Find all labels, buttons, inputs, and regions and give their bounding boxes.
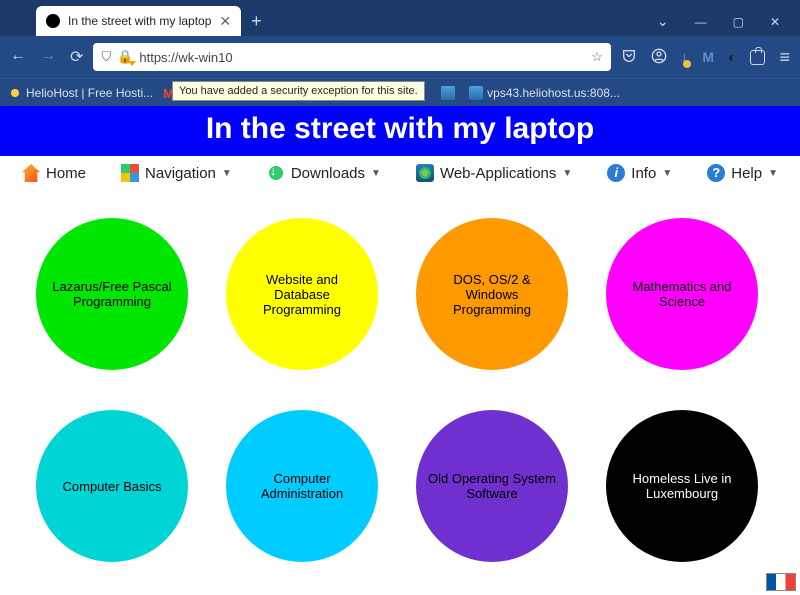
window-titlebar: In the street with my laptop ✕ + ⌄ — ▢ ✕: [0, 0, 800, 36]
home-icon: [22, 164, 40, 182]
tab-title: In the street with my laptop: [68, 14, 211, 28]
menu-label: Info: [631, 165, 656, 182]
menu-downloads[interactable]: Downloads ▼: [267, 164, 381, 182]
menu-info[interactable]: i Info ▼: [607, 164, 672, 182]
bookmark-heliohost[interactable]: HelioHost | Free Hosti...: [8, 86, 153, 100]
site-menu: Home Navigation ▼ Downloads ▼ Web-Applic…: [0, 156, 800, 190]
forward-button[interactable]: →: [40, 47, 56, 67]
menu-label: Help: [731, 165, 762, 182]
bookmark-label: vps43.heliohost.us:808...: [487, 86, 620, 100]
bookmark-vps[interactable]: vps43.heliohost.us:808...: [469, 86, 620, 100]
category-label: Lazarus/Free Pascal Programming: [48, 279, 176, 309]
download-icon: [267, 164, 285, 182]
bookmark-star-icon[interactable]: ☆: [591, 49, 603, 65]
tabs-dropdown-icon[interactable]: ⌄: [657, 13, 669, 30]
chevron-down-icon: ▼: [662, 168, 672, 179]
category-webdb[interactable]: Website and Database Programming: [226, 218, 378, 370]
mail-icon[interactable]: M: [702, 49, 714, 65]
category-label: Old Operating System Software: [428, 471, 556, 501]
window-controls: ⌄ — ▢ ✕: [657, 13, 800, 36]
back-button[interactable]: ←: [10, 47, 26, 67]
url-text: https://wk-win10: [139, 50, 585, 65]
chevron-down-icon: ▼: [562, 168, 572, 179]
category-label: DOS, OS/2 & Windows Programming: [428, 272, 556, 317]
extensions-icon[interactable]: [750, 50, 765, 65]
globe-icon: [416, 164, 434, 182]
french-flag-icon[interactable]: [766, 573, 796, 591]
chevron-down-icon: ▼: [371, 168, 381, 179]
menu-label: Web-Applications: [440, 165, 556, 182]
tab-favicon: [46, 14, 60, 28]
menu-navigation[interactable]: Navigation ▼: [121, 164, 232, 182]
tab-close-icon[interactable]: ✕: [219, 13, 231, 30]
shield-icon[interactable]: ⛉: [101, 49, 111, 65]
chevron-down-icon: ▼: [222, 168, 232, 179]
category-label: Website and Database Programming: [238, 272, 366, 317]
category-admin[interactable]: Computer Administration: [226, 410, 378, 562]
category-label: Homeless Live in Luxembourg: [618, 471, 746, 501]
address-bar[interactable]: ⛉ 🔒 https://wk-win10 ☆: [93, 43, 610, 71]
chevron-down-icon: ▼: [768, 168, 778, 179]
account-icon[interactable]: [651, 48, 667, 67]
bookmark-label: HelioHost | Free Hosti...: [26, 86, 153, 100]
pocket-icon[interactable]: [621, 48, 637, 67]
page-title: In the street with my laptop: [0, 106, 800, 156]
menu-help[interactable]: ? Help ▼: [707, 164, 778, 182]
info-icon: i: [607, 164, 625, 182]
menu-label: Downloads: [291, 165, 365, 182]
addon-icon[interactable]: ◐: [728, 49, 736, 65]
site-icon: [441, 86, 455, 100]
help-icon: ?: [707, 164, 725, 182]
browser-toolbar: ← → ⟳ ⛉ 🔒 https://wk-win10 ☆ ↓ M ◐ ≡: [0, 36, 800, 78]
category-grid: Lazarus/Free Pascal Programming Website …: [0, 190, 800, 590]
downloads-icon[interactable]: ↓: [681, 49, 689, 66]
category-label: Computer Administration: [238, 471, 366, 501]
category-dos[interactable]: DOS, OS/2 & Windows Programming: [416, 218, 568, 370]
window-maximize-button[interactable]: ▢: [733, 15, 744, 29]
category-math[interactable]: Mathematics and Science: [606, 218, 758, 370]
category-label: Mathematics and Science: [618, 279, 746, 309]
menu-webapps[interactable]: Web-Applications ▼: [416, 164, 572, 182]
page-content: In the street with my laptop Home Naviga…: [0, 106, 800, 595]
menu-label: Navigation: [145, 165, 216, 182]
lock-warning-icon[interactable]: 🔒: [117, 49, 133, 65]
browser-tab[interactable]: In the street with my laptop ✕: [36, 6, 241, 36]
menu-home[interactable]: Home: [22, 164, 86, 182]
category-label: Computer Basics: [63, 479, 162, 494]
menu-label: Home: [46, 165, 86, 182]
category-oldos[interactable]: Old Operating System Software: [416, 410, 568, 562]
security-tooltip: You have added a security exception for …: [172, 81, 425, 101]
window-close-button[interactable]: ✕: [770, 15, 780, 29]
bookmark-item[interactable]: [441, 86, 459, 100]
category-homeless[interactable]: Homeless Live in Luxembourg: [606, 410, 758, 562]
sun-icon: [8, 86, 22, 100]
category-basics[interactable]: Computer Basics: [36, 410, 188, 562]
reload-button[interactable]: ⟳: [70, 47, 83, 67]
menu-icon[interactable]: ≡: [779, 47, 790, 68]
category-lazarus[interactable]: Lazarus/Free Pascal Programming: [36, 218, 188, 370]
grid-icon: [121, 164, 139, 182]
window-minimize-button[interactable]: —: [695, 15, 707, 29]
new-tab-button[interactable]: +: [241, 7, 272, 36]
site-icon: [469, 86, 483, 100]
